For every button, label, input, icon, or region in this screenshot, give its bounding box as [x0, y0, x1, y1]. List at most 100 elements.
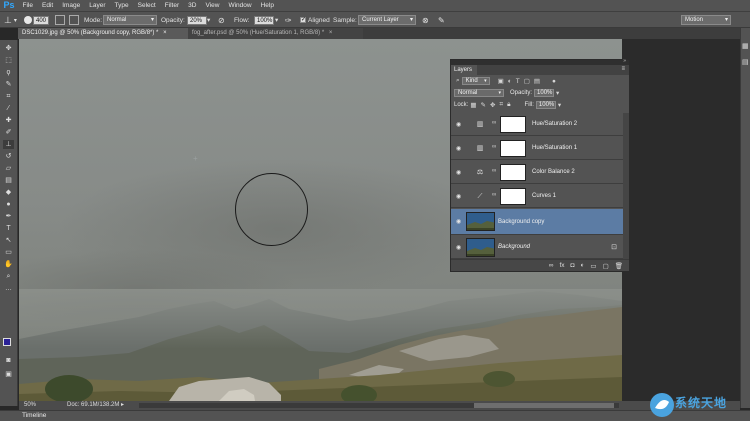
eye-icon[interactable]: ◉ [456, 218, 461, 225]
panel-icon[interactable]: ▤ [742, 58, 749, 66]
new-layer-icon[interactable]: ▢ [603, 262, 609, 270]
pressure-size-icon[interactable]: ✎ [438, 12, 445, 28]
opacity-field[interactable]: 20% [187, 15, 207, 25]
menu-filter[interactable]: Filter [160, 0, 183, 11]
collapse-icon[interactable]: » [623, 58, 626, 64]
pen-tool-icon[interactable]: ✒ [3, 212, 14, 221]
flow-arrow-icon[interactable]: ▾ [275, 12, 278, 28]
menu-3d[interactable]: 3D [184, 0, 201, 11]
filter-shape-icon[interactable]: ▢ [524, 77, 530, 85]
clone-stamp-tool-icon[interactable]: ⊥ ▾ [4, 12, 17, 28]
mode-dropdown[interactable]: Normal [103, 15, 157, 25]
menu-select[interactable]: Select [133, 0, 160, 11]
curves-icon[interactable]: ⟋ [475, 192, 485, 201]
layer-opacity-field[interactable]: 100% [534, 89, 555, 97]
brush-size-field[interactable]: 400 [33, 15, 50, 25]
close-icon[interactable]: × [163, 30, 167, 36]
tab-fog-after[interactable]: fog_after.psd @ 50% (Hue/Saturation 1, R… [188, 28, 363, 39]
link-layers-icon[interactable]: ∞ [549, 262, 554, 269]
opacity-arrow-icon[interactable]: ▾ [207, 12, 210, 28]
hue-saturation-icon[interactable]: ▥ [475, 144, 485, 153]
close-icon[interactable]: × [329, 30, 333, 36]
layers-scrollbar[interactable] [623, 113, 629, 259]
link-icon[interactable]: ∞ [492, 192, 496, 198]
quick-mask-icon[interactable]: ◙ [3, 356, 14, 365]
zoom-level[interactable]: 50% [24, 401, 36, 410]
eye-icon[interactable]: ◉ [456, 121, 461, 128]
screen-mode-icon[interactable]: ▣ [3, 370, 14, 379]
quick-selection-tool-icon[interactable]: ✎ [3, 80, 14, 89]
layer-thumbnail[interactable] [466, 238, 495, 257]
lock-transparent-icon[interactable]: ▦ [470, 101, 476, 109]
new-adjustment-layer-icon[interactable]: ◐ [580, 262, 584, 269]
status-menu-arrow-icon[interactable]: ▸ [121, 401, 124, 410]
eraser-tool-icon[interactable]: ▱ [3, 164, 14, 173]
layer-row-background-copy[interactable]: ◉ Background copy [451, 209, 623, 235]
eye-icon[interactable]: ◉ [456, 193, 461, 200]
trash-icon[interactable]: 🗑︎ [615, 262, 623, 270]
scrollbar-thumb[interactable] [474, 403, 614, 408]
layer-name[interactable]: Hue/Saturation 2 [532, 113, 577, 136]
panel-menu-icon[interactable]: ≡ [621, 66, 625, 72]
menu-help[interactable]: Help [256, 0, 278, 11]
link-icon[interactable]: ∞ [492, 144, 496, 150]
tab-dsc1029[interactable]: DSC1029.jpg @ 50% (Background copy, RGB/… [18, 28, 188, 39]
healing-brush-tool-icon[interactable]: ✚ [3, 116, 14, 125]
lasso-tool-icon[interactable]: ϙ [3, 68, 14, 77]
new-group-icon[interactable]: ▭ [590, 262, 596, 270]
add-mask-icon[interactable]: ◘ [571, 262, 575, 269]
gradient-tool-icon[interactable]: ▤ [3, 176, 14, 185]
fill-arrow-icon[interactable]: ▾ [558, 101, 561, 109]
marquee-tool-icon[interactable]: ⬚ [3, 56, 14, 65]
timeline-tab[interactable]: Timeline [22, 411, 46, 421]
lock-all-icon[interactable]: 🔒︎ [507, 101, 510, 109]
opacity-arrow-icon[interactable]: ▾ [556, 89, 559, 97]
sample-dropdown[interactable]: Current Layer [358, 15, 416, 25]
hand-tool-icon[interactable]: ✋ [3, 260, 14, 269]
layer-row-color-balance-2[interactable]: ◉ ⚖ ∞ Color Balance 2 [451, 161, 623, 184]
color-balance-icon[interactable]: ⚖ [475, 168, 485, 177]
crop-tool-icon[interactable]: ⌗ [3, 92, 14, 101]
layer-row-hue-saturation-1[interactable]: ◉ ▥ ∞ Hue/Saturation 1 [451, 137, 623, 160]
layer-name[interactable]: Background copy [498, 209, 544, 235]
eye-icon[interactable]: ◉ [456, 244, 461, 251]
menu-window[interactable]: Window [224, 0, 256, 11]
brush-tool-icon[interactable]: ✐ [3, 128, 14, 137]
eye-icon[interactable]: ◉ [456, 169, 461, 176]
filter-adjustment-icon[interactable]: ◐ [508, 78, 512, 85]
airbrush-icon[interactable]: ✑ [285, 12, 292, 28]
pressure-opacity-icon[interactable]: ⊘ [218, 12, 225, 28]
layer-row-curves-1[interactable]: ◉ ⟋ ∞ Curves 1 [451, 185, 623, 208]
layer-thumbnail[interactable] [466, 212, 495, 231]
layer-mask-thumbnail[interactable] [500, 188, 526, 205]
layer-name[interactable]: Color Balance 2 [532, 161, 575, 184]
menu-image[interactable]: Image [58, 0, 85, 11]
layer-name[interactable]: Background [498, 236, 530, 259]
type-tool-icon[interactable]: T [3, 224, 14, 233]
eyedropper-tool-icon[interactable]: ⁄ [3, 104, 14, 113]
layer-mask-thumbnail[interactable] [500, 164, 526, 181]
move-tool-icon[interactable]: ✥ [3, 44, 14, 53]
lock-artboard-icon[interactable]: ⌗ [499, 101, 503, 109]
fill-field[interactable]: 100% [535, 101, 556, 109]
filter-pixel-icon[interactable]: ▣ [498, 77, 504, 85]
filter-smart-object-icon[interactable]: ▤ [534, 77, 540, 85]
zoom-tool-icon[interactable]: ⌕ [3, 272, 14, 281]
link-icon[interactable]: ∞ [492, 120, 496, 126]
blend-mode-dropdown[interactable]: Normal [454, 89, 504, 97]
lock-image-icon[interactable]: ✎ [481, 101, 486, 109]
link-icon[interactable]: ∞ [492, 168, 496, 174]
filter-toggle-icon[interactable]: ● [552, 78, 556, 85]
layer-mask-thumbnail[interactable] [500, 116, 526, 133]
menu-layer[interactable]: Layer [85, 0, 110, 11]
clone-stamp-tool-icon[interactable]: ⊥ [3, 140, 14, 149]
flow-field[interactable]: 100% [254, 15, 274, 25]
path-selection-tool-icon[interactable]: ↖ [3, 236, 14, 245]
filter-type-icon[interactable]: T [516, 78, 520, 85]
eye-icon[interactable]: ◉ [456, 145, 461, 152]
edit-toolbar-icon[interactable]: … [3, 284, 14, 293]
aligned-checkbox[interactable]: ✓ Aligned [300, 12, 330, 28]
brush-preset-picker[interactable] [24, 12, 32, 28]
layer-name[interactable]: Curves 1 [532, 185, 556, 208]
blur-tool-icon[interactable]: ◆ [3, 188, 14, 197]
